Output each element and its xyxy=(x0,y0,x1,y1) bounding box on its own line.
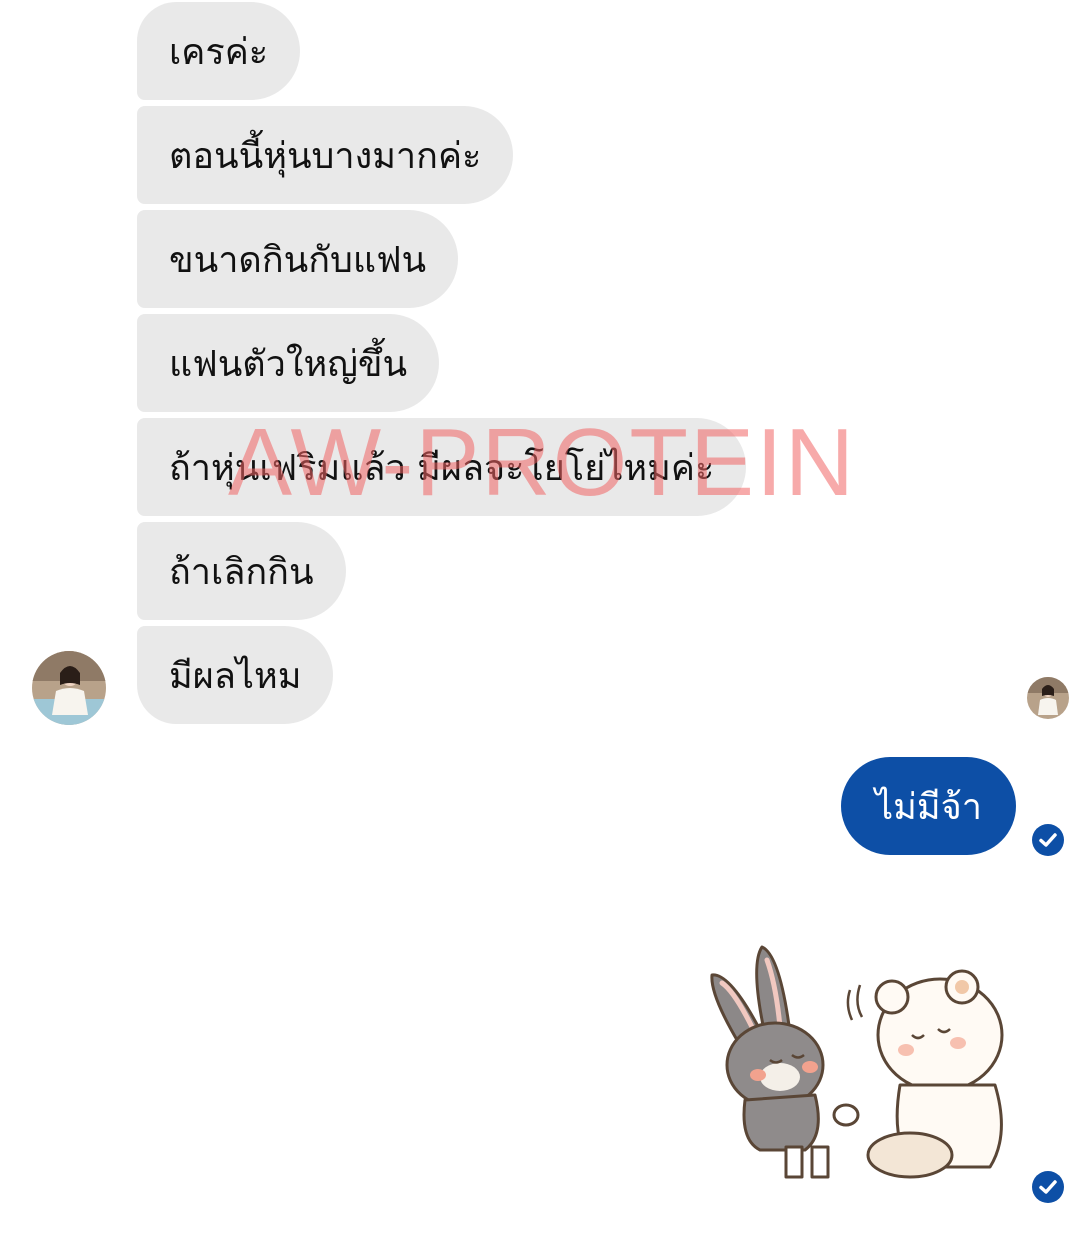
message-text: แฟนตัวใหญ่ขึ้น xyxy=(169,343,408,385)
incoming-message[interactable]: ขนาดกินกับแฟน xyxy=(137,210,459,308)
message-text: ถ้าเลิกกิน xyxy=(169,551,314,593)
incoming-message[interactable]: ตอนนี้หุ่นบางมากค่ะ xyxy=(137,106,514,204)
message-text: ตอนนี้หุ่นบางมากค่ะ xyxy=(169,135,482,177)
message-text: ขนาดกินกับแฟน xyxy=(169,239,427,281)
seen-avatar xyxy=(1027,677,1069,719)
sticker[interactable] xyxy=(700,935,1020,1195)
contact-avatar-photo xyxy=(1027,677,1069,719)
incoming-message[interactable]: ถ้าเลิกกิน xyxy=(137,522,346,620)
bunny-and-bear-sticker xyxy=(710,945,1004,1179)
incoming-message[interactable]: แฟนตัวใหญ่ขึ้น xyxy=(137,314,440,412)
message-text: ไม่มีจ้า xyxy=(875,786,982,828)
checkmark-circle-icon xyxy=(1032,824,1064,856)
watermark: AW-PROTEIN xyxy=(228,409,857,516)
incoming-message[interactable]: มีผลไหม xyxy=(137,626,334,724)
checkmark-circle-icon xyxy=(1032,1171,1064,1203)
message-text: มีผลไหม xyxy=(169,655,302,697)
contact-avatar-photo xyxy=(32,651,106,725)
contact-avatar[interactable] xyxy=(32,651,106,725)
incoming-message[interactable]: เครค่ะ xyxy=(137,2,301,100)
outgoing-message[interactable]: ไม่มีจ้า xyxy=(841,757,1016,855)
message-text: เครค่ะ xyxy=(169,31,269,73)
